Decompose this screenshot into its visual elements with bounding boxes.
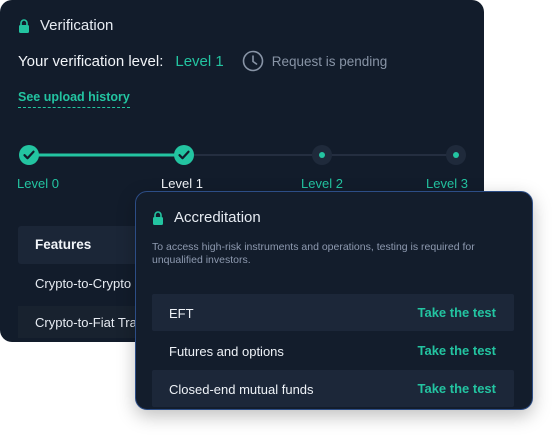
test-row: Futures and options Take the test	[152, 332, 514, 369]
feature-row: Crypto-to-Crypto	[35, 276, 132, 291]
test-name: Futures and options	[169, 344, 284, 359]
features-header-label: Features	[35, 237, 92, 252]
verification-header: Verification	[18, 17, 113, 34]
level-2-label: Level 2	[301, 176, 343, 191]
take-test-button[interactable]: Take the test	[417, 343, 496, 358]
accreditation-card: Accreditation To access high-risk instru…	[135, 191, 533, 410]
level-1-check-icon	[174, 145, 194, 165]
level-1-label: Level 1	[161, 176, 203, 191]
pending-status: Request is pending	[271, 53, 388, 69]
level-3-dot	[446, 145, 466, 165]
accreditation-description: To access high-risk instruments and oper…	[152, 241, 475, 266]
test-name: EFT	[169, 306, 194, 321]
lock-icon	[19, 18, 29, 33]
lock-icon	[153, 210, 163, 225]
level-track	[19, 145, 466, 165]
clock-icon	[242, 50, 264, 72]
feature-row: Crypto-to-Fiat Tra	[35, 315, 137, 330]
accreditation-title: Accreditation	[174, 209, 261, 226]
verification-level-row: Your verification level: Level 1 Request…	[18, 48, 387, 74]
verification-title: Verification	[40, 17, 114, 34]
verification-level-label: Your verification level:	[18, 52, 164, 70]
test-row: EFT Take the test	[152, 294, 514, 331]
level-0-check-icon	[19, 145, 39, 165]
test-name: Closed-end mutual funds	[169, 382, 314, 397]
test-row: Closed-end mutual funds Take the test	[152, 370, 514, 407]
take-test-button[interactable]: Take the test	[417, 381, 496, 396]
accreditation-header: Accreditation	[152, 209, 261, 226]
take-test-button[interactable]: Take the test	[417, 305, 496, 320]
level-2-dot	[312, 145, 332, 165]
level-0-label: Level 0	[17, 176, 59, 191]
upload-history-link[interactable]: See upload history	[18, 90, 130, 108]
verification-level-value: Level 1	[175, 52, 224, 70]
level-3-label: Level 3	[426, 176, 468, 191]
